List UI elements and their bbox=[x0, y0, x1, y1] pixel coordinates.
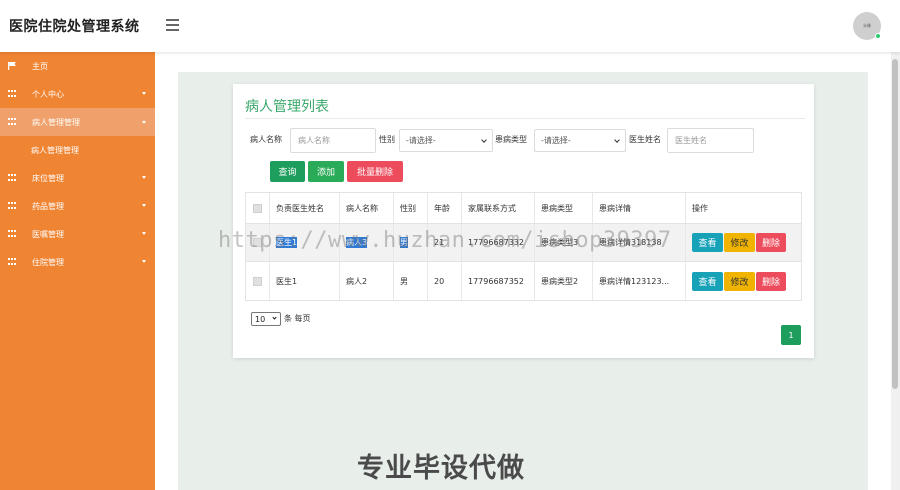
page-title: 病人管理列表 bbox=[245, 99, 329, 115]
column-header: 操作 bbox=[692, 203, 708, 213]
gender-select[interactable]: -请选择- bbox=[399, 129, 493, 152]
sidebar-item-drugs[interactable]: 药品管理 bbox=[0, 192, 155, 220]
chevron-down-icon bbox=[142, 232, 146, 235]
grid-icon bbox=[8, 118, 17, 126]
per-page-label: 条 每页 bbox=[284, 314, 311, 323]
select-all-checkbox[interactable] bbox=[253, 203, 262, 213]
sidebar: 主页 个人中心 病人管理管理 病人管理管理 床位管理 药品管理 医嘱管理 住院管… bbox=[0, 52, 155, 490]
doctor-name-label: 医生姓名 bbox=[629, 135, 661, 144]
chevron-down-icon bbox=[142, 204, 146, 207]
sidebar-item-patients[interactable]: 病人管理管理 bbox=[0, 108, 155, 136]
patient-cell: 病人2 bbox=[340, 262, 394, 300]
delete-button[interactable]: 删除 bbox=[756, 271, 786, 291]
top-bar: 医院住院处管理系统 头像 bbox=[0, 0, 900, 52]
edit-button[interactable]: 修改 bbox=[724, 271, 755, 291]
column-header[interactable]: 病人名称 bbox=[340, 193, 394, 223]
chevron-up-icon bbox=[142, 120, 146, 123]
sidebar-item-label: 主页 bbox=[32, 61, 48, 71]
row-checkbox[interactable] bbox=[253, 276, 262, 286]
edit-button[interactable]: 修改 bbox=[724, 233, 755, 252]
sidebar-item-label: 医嘱管理 bbox=[32, 229, 64, 239]
grid-icon bbox=[8, 258, 17, 266]
chevron-down-icon bbox=[481, 137, 487, 143]
sidebar-subitem-patients[interactable]: 病人管理管理 bbox=[0, 136, 155, 164]
disease-type-select-value: -请选择- bbox=[541, 136, 571, 145]
doctor-cell: 医生1 bbox=[270, 262, 340, 300]
grid-icon bbox=[8, 202, 17, 210]
sidebar-item-admission[interactable]: 住院管理 bbox=[0, 248, 155, 276]
gender-select-value: -请选择- bbox=[406, 136, 436, 145]
sidebar-item-label: 病人管理管理 bbox=[32, 117, 80, 127]
column-header[interactable]: 患病详情 bbox=[593, 193, 686, 223]
grid-icon bbox=[8, 174, 17, 182]
title-divider bbox=[245, 118, 805, 119]
actions-cell: 查看 修改 删除 bbox=[686, 224, 803, 261]
doctor-name-input[interactable]: 医生姓名 bbox=[667, 128, 754, 153]
sidebar-subitem-label: 病人管理管理 bbox=[31, 145, 79, 155]
add-button[interactable]: 添加 bbox=[308, 161, 344, 182]
sidebar-item-home[interactable]: 主页 bbox=[0, 52, 155, 80]
disease-type-select[interactable]: -请选择- bbox=[534, 129, 626, 152]
promo-text: 专业毕设代做 bbox=[357, 453, 525, 484]
age-cell: 20 bbox=[428, 262, 462, 300]
view-button[interactable]: 查看 bbox=[692, 233, 723, 252]
page-scrollbar[interactable] bbox=[891, 52, 900, 490]
gender-label: 性别 bbox=[379, 135, 395, 144]
page-size-value: 10 bbox=[255, 314, 266, 324]
column-header[interactable]: 家属联系方式 bbox=[462, 193, 535, 223]
sidebar-item-label: 床位管理 bbox=[32, 173, 64, 183]
avatar[interactable]: 头像 bbox=[853, 12, 881, 40]
search-button[interactable]: 查询 bbox=[270, 161, 305, 182]
chevron-down-icon bbox=[142, 176, 146, 179]
select-all-cell bbox=[246, 193, 270, 223]
column-header[interactable]: 性别 bbox=[394, 193, 428, 223]
view-button[interactable]: 查看 bbox=[692, 271, 723, 291]
detail-cell: 患病详情123123... bbox=[593, 262, 686, 300]
sidebar-item-label: 住院管理 bbox=[32, 257, 64, 267]
delete-button[interactable]: 删除 bbox=[756, 233, 786, 252]
column-header[interactable]: 负责医生姓名 bbox=[270, 193, 340, 223]
app-title: 医院住院处管理系统 bbox=[9, 19, 140, 35]
table-row[interactable]: 医生1 病人2 男 20 17796687352 患病类型2 患病详情12312… bbox=[246, 262, 801, 300]
chevron-down-icon bbox=[142, 260, 146, 263]
grid-icon bbox=[8, 90, 17, 98]
patient-list-card: 病人管理列表 病人名称 病人名称 性别 -请选择- 患病类型 -请选择- 医生姓… bbox=[233, 84, 814, 358]
patient-name-input[interactable]: 病人名称 bbox=[290, 128, 376, 153]
column-header[interactable]: 患病类型 bbox=[535, 193, 593, 223]
flag-icon bbox=[8, 62, 16, 70]
watermark-text: https://www.huzhan.com/ishop39397 bbox=[218, 228, 672, 253]
phone-cell: 17796687352 bbox=[462, 262, 535, 300]
avatar-text: 头像 bbox=[863, 23, 871, 28]
table-header-row: 负责医生姓名 病人名称 性别 年龄 家属联系方式 患病类型 患病详情 操作 bbox=[246, 193, 801, 224]
disease-type-cell: 患病类型2 bbox=[535, 262, 593, 300]
row-select-cell bbox=[246, 262, 270, 300]
page-size-select[interactable]: 10 bbox=[251, 312, 281, 326]
sidebar-item-profile[interactable]: 个人中心 bbox=[0, 80, 155, 108]
page-1-button[interactable]: 1 bbox=[781, 325, 801, 345]
patient-name-label: 病人名称 bbox=[250, 135, 282, 144]
gender-cell: 男 bbox=[394, 262, 428, 300]
chevron-down-icon bbox=[614, 137, 620, 143]
online-status-dot bbox=[875, 33, 881, 39]
sidebar-item-label: 个人中心 bbox=[32, 89, 64, 99]
actions-cell: 查看 修改 删除 bbox=[686, 262, 803, 300]
scrollbar-thumb[interactable] bbox=[892, 59, 898, 389]
chevron-down-icon bbox=[142, 92, 146, 95]
chevron-down-icon bbox=[272, 315, 277, 320]
grid-icon bbox=[8, 230, 17, 238]
sidebar-item-beds[interactable]: 床位管理 bbox=[0, 164, 155, 192]
column-header[interactable]: 年龄 bbox=[428, 193, 462, 223]
batch-delete-button[interactable]: 批量删除 bbox=[347, 161, 403, 182]
sidebar-item-label: 药品管理 bbox=[32, 201, 64, 211]
disease-type-label: 患病类型 bbox=[495, 135, 527, 144]
sidebar-item-orders[interactable]: 医嘱管理 bbox=[0, 220, 155, 248]
menu-toggle-icon[interactable] bbox=[166, 19, 179, 31]
